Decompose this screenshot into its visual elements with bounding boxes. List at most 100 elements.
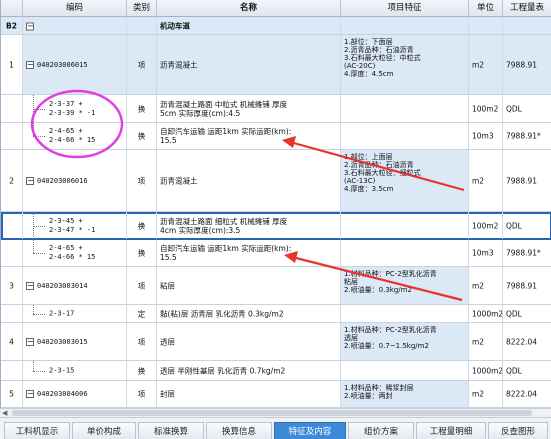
item-unit: m2 [472,60,485,69]
tab-quantity-detail[interactable]: 工程量明细 [416,422,486,439]
collapse-toggle-icon[interactable]: − [26,281,34,290]
quota-type: 换 [137,221,146,230]
item-type: 项 [137,337,146,346]
item-name: 封层 [160,389,175,399]
row-number: 3 [9,281,14,290]
row-number: 4 [9,337,14,346]
quota-code: 2-4-65 + 2-4-66 * 15 [49,244,96,261]
tab-price-composition[interactable]: 单价构成 [72,422,136,439]
item-unit: m2 [472,389,485,399]
item-name: 透层 [160,337,175,346]
quota-code: 2-3-15 [49,366,75,374]
quota-code: 2-4-65 + 2-4-66 * 15 [49,127,96,144]
header-feature[interactable]: 项目特征 [341,0,469,17]
item-qty: 8222.04 [506,389,538,399]
tab-reverse-lookup[interactable]: 反查图形 [488,422,548,439]
quota-code: 2-3-37 + 2-3-39 * -1 [49,99,96,117]
scroll-thumb[interactable] [12,410,532,416]
item-code: 040203003014 [37,281,88,290]
header-name[interactable]: 名称 [157,0,341,17]
row-number: 1 [9,60,14,69]
row-number: 5 [9,389,14,399]
tab-pricing-scheme[interactable]: 组价方案 [348,422,414,439]
tab-conversion-info[interactable]: 换算信息 [206,422,272,439]
item-feature: 1.材料品种：稀浆封层 2.喷油量：两封 [344,384,414,400]
quota-unit: 1000m2 [472,366,503,375]
item-unit: m2 [472,176,485,185]
quota-code: 2-3-45 + 2-3-47 * -1 [49,216,96,234]
section-number: B2 [6,21,17,30]
quota-qty: QDL [506,366,522,375]
quota-qty: QDL [506,309,522,318]
collapse-toggle-icon[interactable]: − [26,176,34,185]
quota-qty: 7988.91* [506,248,541,258]
row-number: 2 [9,176,14,185]
collapse-toggle-icon[interactable]: − [26,60,34,69]
item-type: 项 [137,176,146,185]
quota-unit: 1000m2 [472,309,503,318]
collapse-toggle-icon[interactable]: − [26,390,34,398]
item-qty: 7988.91 [506,281,538,290]
section-row-b2[interactable]: B2 − 机动车道 [1,17,551,35]
tab-features-content[interactable]: 特征及内容 [274,422,346,439]
bill-item-row[interactable]: 1 −040203006015 项 沥青混凝土 1.部位：下面层 2.沥青品种：… [1,35,551,95]
quota-name: 自卸汽车运输 运距1km 实际运距(km): 15.5 [160,127,292,145]
item-name: 粘层 [160,281,175,290]
bottom-tab-bar: 工料机显示 单价构成 标准换算 换算信息 特征及内容 组价方案 工程量明细 反查… [0,417,551,439]
quota-unit: 10m3 [472,248,494,258]
quota-unit: 10m3 [472,131,494,141]
quota-row[interactable]: 2-3-37 + 2-3-39 * -1 换 沥青混凝土路面 中粒式 机械摊铺 … [1,95,551,123]
item-qty: 8222.04 [506,337,538,346]
section-name: 机动车道 [160,21,190,30]
quota-row-selected[interactable]: 2-3-45 + 2-3-47 * -1 换 沥青混凝土路面 细粒式 机械摊铺 … [1,212,551,240]
quota-name: 沥青混凝土路面 细粒式 机械摊铺 厚度 4cm 实际厚度(cm):3.5 [160,216,288,235]
item-unit: m2 [472,337,485,346]
quota-row[interactable]: 2-4-65 + 2-4-66 * 15 换 自卸汽车运输 运距1km 实际运距… [1,240,551,267]
quota-unit: 100m2 [472,221,499,230]
quota-name: 沥青混凝土路面 中粒式 机械摊铺 厚度 5cm 实际厚度(cm):4.5 [160,99,288,118]
header-qty[interactable]: 工程量表 [503,0,551,17]
item-feature: 1.材料品种：PC-2型乳化沥青 粘层 2.喷油量：0.3kg/m2 [344,270,437,294]
item-unit: m2 [472,281,485,290]
quota-unit: 100m2 [472,104,499,113]
bill-item-row[interactable]: 4 −040203003015 项 透层 1.材料品种：PC-2型乳化沥青 透层… [1,323,551,361]
header-unit[interactable]: 单位 [469,0,503,17]
item-name: 沥青混凝土 [160,176,198,185]
horizontal-scrollbar[interactable]: ◀ [0,408,551,417]
header-type[interactable]: 类别 [127,0,157,17]
item-type: 项 [137,60,146,69]
quota-row[interactable]: 2-3-17 定 黏(粘)层 沥青层 乳化沥青 0.3kg/m2 1000m2 … [1,305,551,323]
item-code: 040203003015 [37,337,88,346]
item-type: 项 [137,389,146,399]
item-type: 项 [137,281,146,290]
item-feature: 1.部位：下面层 2.沥青品种：石油沥青 3.石料最大粒径：中粒式 (AC-20… [344,38,421,78]
tab-labor-material[interactable]: 工料机显示 [4,422,70,439]
item-name: 沥青混凝土 [160,60,198,69]
quota-name: 自卸汽车运输 运距1km 实际运距(km): 15.5 [160,244,292,262]
grid-header: 编码 类别 名称 项目特征 单位 工程量表 [1,0,551,17]
item-feature: 1.材料品种：PC-2型乳化沥青 透层 2.喷油量：0.7~1.5kg/m2 [344,326,437,350]
bill-item-row[interactable]: 3 −040203003014 项 粘层 1.材料品种：PC-2型乳化沥青 粘层… [1,267,551,305]
quota-type: 换 [137,131,146,141]
item-code: 040203004006 [37,390,88,398]
quota-type: 定 [137,309,146,318]
bill-item-row[interactable]: 5 −040203004006 项 封层 1.材料品种：稀浆封层 2.喷油量：两… [1,381,551,408]
item-feature: 1.部位：上面层 2.沥青品种：石油沥青 3.石料最大粒径：细粒式 (AC-13… [344,153,421,193]
quota-row[interactable]: 2-3-15 换 透层 半刚性基层 乳化沥青 0.7kg/m2 1000m2 Q… [1,361,551,381]
quota-type: 换 [137,248,146,258]
scroll-left-icon[interactable]: ◀ [2,409,7,417]
quota-name: 透层 半刚性基层 乳化沥青 0.7kg/m2 [160,366,286,375]
collapse-toggle-icon[interactable]: − [26,22,34,30]
tab-standard-conversion[interactable]: 标准换算 [138,422,204,439]
quota-qty: QDL [506,221,522,230]
collapse-toggle-icon[interactable]: − [26,337,34,346]
quota-type: 换 [137,366,146,375]
item-code: 040203006016 [37,176,88,185]
bill-grid: 编码 类别 名称 项目特征 单位 工程量表 B2 − 机动车道 1 −04020… [0,0,551,408]
quota-code: 2-3-17 [49,309,75,317]
bill-item-row[interactable]: 2 −040203006016 项 沥青混凝土 1.部位：上面层 2.沥青品种：… [1,150,551,212]
item-code: 040203006015 [37,60,88,69]
quota-qty: QDL [506,104,522,113]
header-code[interactable]: 编码 [23,0,127,17]
quota-row[interactable]: 2-4-65 + 2-4-66 * 15 换 自卸汽车运输 运距1km 实际运距… [1,123,551,150]
